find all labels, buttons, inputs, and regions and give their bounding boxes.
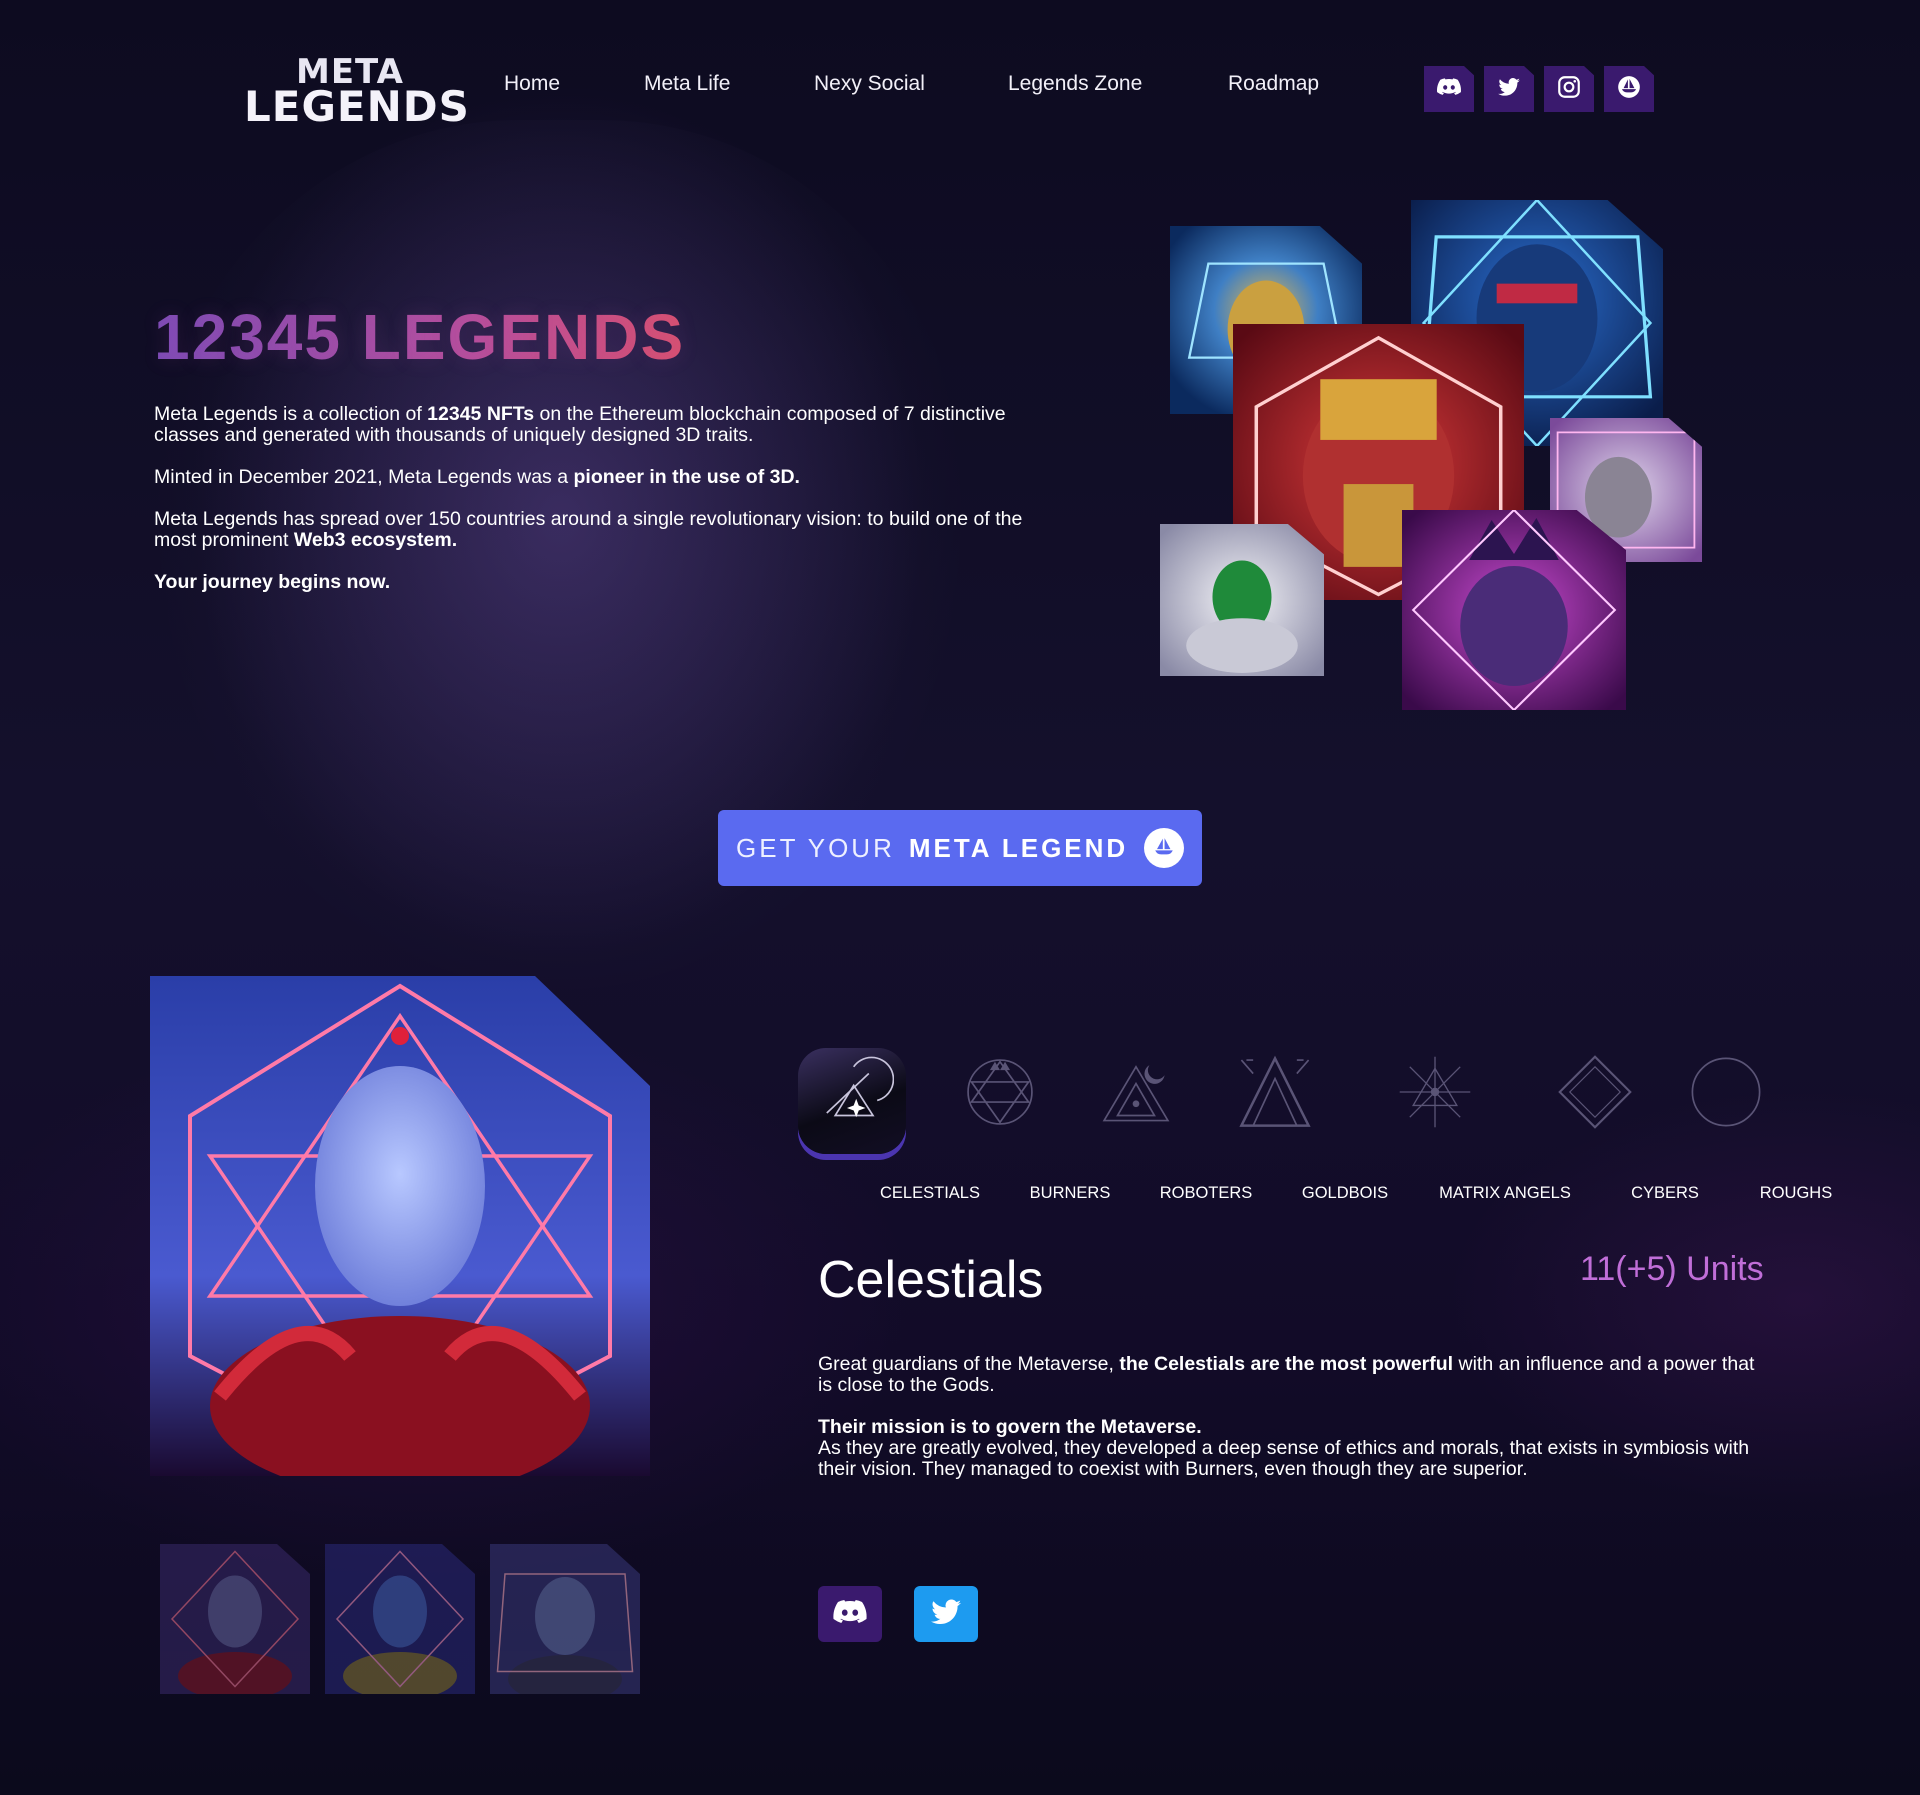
twitter-icon (928, 1594, 964, 1635)
meta-legends-logo[interactable]: META LEGENDS (244, 52, 469, 131)
thumbnail-2[interactable] (325, 1544, 475, 1694)
hero-paragraph-4: Your journey begins now. (154, 571, 391, 593)
legends-collage (1160, 200, 1710, 710)
opensea-button[interactable] (1604, 66, 1654, 112)
instagram-button[interactable] (1544, 66, 1594, 112)
class-goldbois[interactable]: GOLDBOIS (1205, 1040, 1388, 1220)
discord-button[interactable] (1424, 66, 1474, 112)
cybers-icon (1558, 1055, 1632, 1129)
class-twitter-button[interactable] (914, 1586, 978, 1642)
selected-class-name: Celestials (818, 1251, 1044, 1309)
class-label: ROUGHS (1759, 1184, 1833, 1202)
class-description-paragraph-2: Their mission is to govern the Metaverse… (818, 1416, 1750, 1480)
twitter-button[interactable] (1484, 66, 1534, 112)
class-burners[interactable]: BURNERS (930, 1040, 1110, 1220)
class-roughs[interactable]: ROUGHS (1656, 1040, 1832, 1220)
opensea-icon (1616, 74, 1642, 105)
thumbnail-3[interactable] (490, 1544, 640, 1694)
class-roboters[interactable]: ROBOTERS (1066, 1040, 1252, 1220)
discord-icon (832, 1594, 868, 1635)
nav-nexy-social[interactable]: Nexy Social (814, 72, 925, 96)
nav-meta-life[interactable]: Meta Life (644, 72, 730, 96)
selected-class-description: Great guardians of the Metaverse, the Ce… (818, 1354, 1768, 1501)
nav-roadmap[interactable]: Roadmap (1228, 72, 1319, 96)
matrix-angels-icon (1399, 1056, 1471, 1128)
thumbnail-1[interactable] (160, 1544, 310, 1694)
hero-paragraph-3: Meta Legends has spread over 150 countri… (154, 508, 1023, 551)
logo-line2: LEGENDS (244, 82, 470, 131)
hero-paragraph-1: Meta Legends is a collection of 12345 NF… (154, 403, 1006, 446)
class-description-paragraph-1: Great guardians of the Metaverse, the Ce… (818, 1353, 1755, 1396)
top-navbar: META LEGENDS Home Meta Life Nexy Social … (0, 0, 1920, 180)
class-celestials[interactable]: CELESTIALS (790, 1040, 980, 1220)
nav-legends-zone[interactable]: Legends Zone (1008, 72, 1142, 96)
cta-label-bold: META LEGEND (908, 832, 1129, 863)
burners-icon (967, 1059, 1033, 1125)
selected-class-units: 11(+5) Units (1580, 1250, 1764, 1288)
hero-description: Meta Legends is a collection of 12345 NF… (154, 404, 1034, 614)
get-your-meta-legend-button[interactable]: GET YOUR META LEGEND (718, 810, 1202, 886)
instagram-icon (1556, 74, 1582, 105)
celestial-feature-image (150, 976, 650, 1476)
nav-home[interactable]: Home (504, 72, 560, 96)
hero-title: 12345 LEGENDS (154, 301, 686, 373)
class-cybers[interactable]: CYBERS (1525, 1040, 1699, 1220)
discord-icon (1436, 74, 1462, 105)
roboters-icon (1102, 1065, 1170, 1122)
cta-label-light: GET YOUR (736, 832, 895, 863)
class-selector: CELESTIALS BURNERS ROBOTERS GOLDBOIS MAT… (790, 1040, 1832, 1220)
opensea-icon (1144, 828, 1184, 868)
roughs-icon (1691, 1057, 1761, 1127)
goldbois-icon (1239, 1055, 1311, 1127)
class-matrix-angels[interactable]: MATRIX ANGELS (1365, 1040, 1571, 1220)
collage-card-green-robot (1160, 524, 1324, 676)
twitter-icon (1496, 74, 1522, 105)
celestials-icon (826, 1056, 894, 1118)
collage-card-purple-punk (1402, 510, 1626, 710)
hero-paragraph-2: Minted in December 2021, Meta Legends wa… (154, 466, 800, 488)
class-discord-button[interactable] (818, 1586, 882, 1642)
